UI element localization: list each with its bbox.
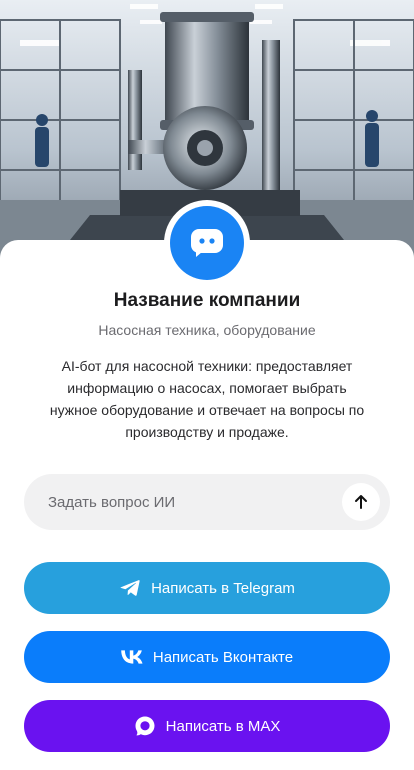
ask-ai-field (24, 474, 390, 530)
company-name: Название компании (113, 290, 301, 311)
company-description: AI-бот для насосной техники: предоставля… (49, 358, 365, 440)
vk-button[interactable]: Написать Вконтакте (24, 631, 390, 683)
avatar-ring (164, 200, 250, 286)
arrow-up-icon (355, 495, 367, 509)
telegram-button[interactable]: Написать в Telegram (24, 562, 390, 614)
vk-icon (121, 646, 143, 668)
vk-button-label: Написать Вконтакте (152, 648, 294, 666)
telegram-button-label: Написать в Telegram (151, 579, 295, 597)
max-icon (134, 715, 156, 737)
avatar (170, 206, 244, 280)
page: Название компании Насосная техника, обор… (0, 0, 414, 770)
company-category: Насосная техника, оборудование (98, 322, 316, 338)
telegram-icon (119, 577, 141, 599)
max-button[interactable]: Написать в MAX (24, 700, 390, 752)
max-button-label: Написать в MAX (165, 717, 281, 735)
chat-bot-icon (191, 229, 223, 257)
send-button[interactable] (342, 483, 380, 521)
ask-ai-input[interactable] (48, 493, 338, 511)
